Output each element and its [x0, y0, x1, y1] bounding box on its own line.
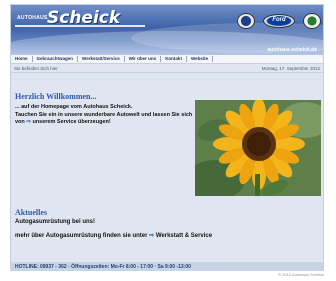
skoda-icon[interactable] [303, 13, 321, 29]
main-content: Herzlich Willkommen... ... auf der Homep… [11, 74, 323, 262]
intro-text: ... auf der Homepage vom Autohaus Scheic… [15, 104, 193, 127]
nav-item-home[interactable]: Home [11, 56, 33, 62]
ford-icon[interactable]: Ford [263, 14, 295, 28]
nav-item-gebrauchtwagen[interactable]: Gebrauchtwagen [33, 56, 79, 62]
logo-prefix: AUTOHAUS [17, 15, 48, 21]
nav-item-website[interactable]: Website [187, 56, 214, 62]
intro-line: von ⇨ unserem Service überzeugen! [15, 119, 193, 127]
arrow-icon: ⇨ [26, 119, 31, 125]
nav-item-kontakt[interactable]: Kontakt [161, 56, 187, 62]
main-nav: Home Gebrauchtwagen Werkstatt/Service Wi… [11, 55, 323, 64]
werkstatt-link[interactable]: Werkstatt & Service [156, 233, 212, 239]
sunflower-image [195, 100, 321, 196]
breadcrumb: Sie befinden Sich hier [14, 66, 58, 71]
nav-item-werkstatt[interactable]: Werkstatt/Service [78, 56, 125, 62]
copyright: © 2012 Autohaus Scheick [278, 272, 324, 277]
arrow-icon: ⇨ [149, 233, 155, 239]
site-url: autohaus-scheick.de [267, 47, 317, 53]
news-heading: Aktuelles [15, 208, 47, 217]
footer-bar: HOTLINE: 09937 - 362 · Öffnungszeiten: M… [11, 262, 323, 271]
intro-line-prefix: von [15, 119, 25, 125]
news-item: Autogasumrüstung bei uns! [15, 219, 95, 225]
header-banner: AUTOHAUS Scheick Ford autohaus-scheick.d… [11, 5, 323, 55]
ford-logo-text: Ford [272, 17, 286, 23]
nav-item-wir-ueber-uns[interactable]: Wir über uns [125, 56, 162, 62]
breadcrumb-bar: Sie befinden Sich hier Montag, 17. Septe… [11, 65, 323, 73]
news-item: mehr über Autogasumrüstung finden sie un… [15, 232, 212, 239]
footer-hotline: HOTLINE: 09937 - 362 · Öffnungszeiten: M… [15, 263, 191, 270]
current-date: Montag, 17. September 2012 [261, 66, 320, 71]
page-container: AUTOHAUS Scheick Ford autohaus-scheick.d… [10, 4, 324, 271]
intro-line: Tauchen Sie ein in unsere wunderbare Aut… [15, 111, 193, 118]
volkswagen-icon[interactable] [237, 13, 255, 29]
intro-line: ... auf der Homepage vom Autohaus Scheic… [15, 104, 133, 110]
sunflower-illustration [195, 100, 321, 196]
news-text: mehr über Autogasumrüstung finden sie un… [15, 233, 148, 239]
welcome-heading: Herzlich Willkommen... [15, 92, 97, 101]
service-link[interactable]: unserem Service überzeugen! [32, 119, 110, 125]
logo-underline [15, 25, 145, 27]
